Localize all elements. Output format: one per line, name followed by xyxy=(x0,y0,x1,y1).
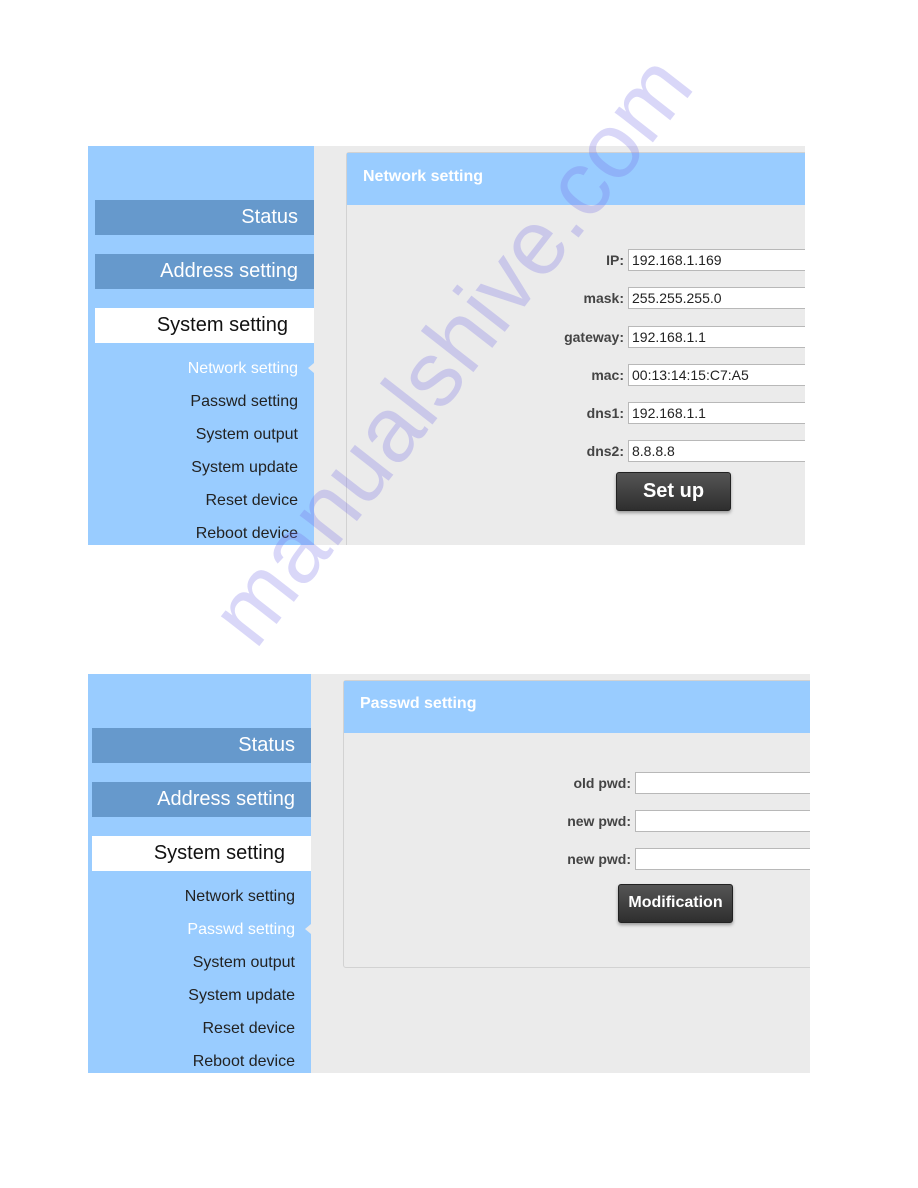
ip-label: IP: xyxy=(606,251,624,268)
ip-row: IP: xyxy=(606,248,805,271)
subnav-system-output[interactable]: System output xyxy=(88,418,314,451)
setup-button[interactable]: Set up xyxy=(616,472,731,511)
subnav-system-update[interactable]: System update xyxy=(88,451,314,484)
new-pwd-row: new pwd: xyxy=(567,809,810,832)
dns2-row: dns2: xyxy=(587,439,805,462)
subnav-passwd-setting[interactable]: Passwd setting xyxy=(88,913,311,946)
subnav-system-update[interactable]: System update xyxy=(88,979,311,1012)
modification-button[interactable]: Modification xyxy=(618,884,733,923)
old-pwd-label: old pwd: xyxy=(573,774,631,791)
gateway-row: gateway: xyxy=(564,325,805,348)
subnav-network-setting[interactable]: Network setting xyxy=(88,352,314,385)
subnav-passwd-setting[interactable]: Passwd setting xyxy=(88,385,314,418)
mac-row: mac: xyxy=(591,363,805,386)
subnav-reboot-device[interactable]: Reboot device xyxy=(88,1045,311,1073)
confirm-pwd-row: new pwd: xyxy=(567,847,810,870)
mask-row: mask: xyxy=(584,286,805,309)
passwd-setting-panel: Passwd setting old pwd: new pwd: new pwd… xyxy=(343,680,810,968)
nav-status[interactable]: Status xyxy=(95,200,314,235)
dns1-row: dns1: xyxy=(587,401,805,424)
old-pwd-row: old pwd: xyxy=(573,771,810,794)
mask-label: mask: xyxy=(583,289,624,306)
mac-input[interactable] xyxy=(628,363,805,386)
mask-input[interactable] xyxy=(628,286,805,309)
subnav-reset-device[interactable]: Reset device xyxy=(88,484,314,517)
panel-title: Network setting xyxy=(347,153,805,205)
gateway-label: gateway: xyxy=(564,328,624,345)
subnav-reset-device[interactable]: Reset device xyxy=(88,1012,311,1045)
gateway-input[interactable] xyxy=(628,325,805,348)
confirm-pwd-label: new pwd: xyxy=(567,850,631,867)
dns1-label: dns1: xyxy=(586,404,624,421)
nav-system-setting[interactable]: System setting xyxy=(92,836,311,871)
sidebar: Status Address setting System setting Ne… xyxy=(88,674,311,1073)
ip-input[interactable] xyxy=(628,248,805,271)
passwd-setting-screen: Status Address setting System setting Ne… xyxy=(88,674,810,1073)
new-pwd-input[interactable] xyxy=(635,809,810,832)
mac-label: mac: xyxy=(591,366,624,383)
dns1-input[interactable] xyxy=(628,401,805,424)
dns2-label: dns2: xyxy=(586,442,624,459)
subnav-reboot-device[interactable]: Reboot device xyxy=(88,517,314,545)
nav-address-setting[interactable]: Address setting xyxy=(95,254,314,289)
old-pwd-input[interactable] xyxy=(635,771,810,794)
nav-status[interactable]: Status xyxy=(92,728,311,763)
nav-address-setting[interactable]: Address setting xyxy=(92,782,311,817)
system-subnav: Network setting Passwd setting System ou… xyxy=(88,880,311,1073)
subnav-system-output[interactable]: System output xyxy=(88,946,311,979)
subnav-network-setting[interactable]: Network setting xyxy=(88,880,311,913)
network-setting-panel: Network setting IP: mask: gateway: mac: … xyxy=(346,152,805,545)
network-setting-screen: Status Address setting System setting Ne… xyxy=(88,146,805,545)
confirm-pwd-input[interactable] xyxy=(635,847,810,870)
dns2-input[interactable] xyxy=(628,439,805,462)
new-pwd-label: new pwd: xyxy=(567,812,631,829)
nav-system-setting[interactable]: System setting xyxy=(95,308,314,343)
panel-title: Passwd setting xyxy=(344,681,810,733)
system-subnav: Network setting Passwd setting System ou… xyxy=(88,352,314,545)
sidebar: Status Address setting System setting Ne… xyxy=(88,146,314,545)
